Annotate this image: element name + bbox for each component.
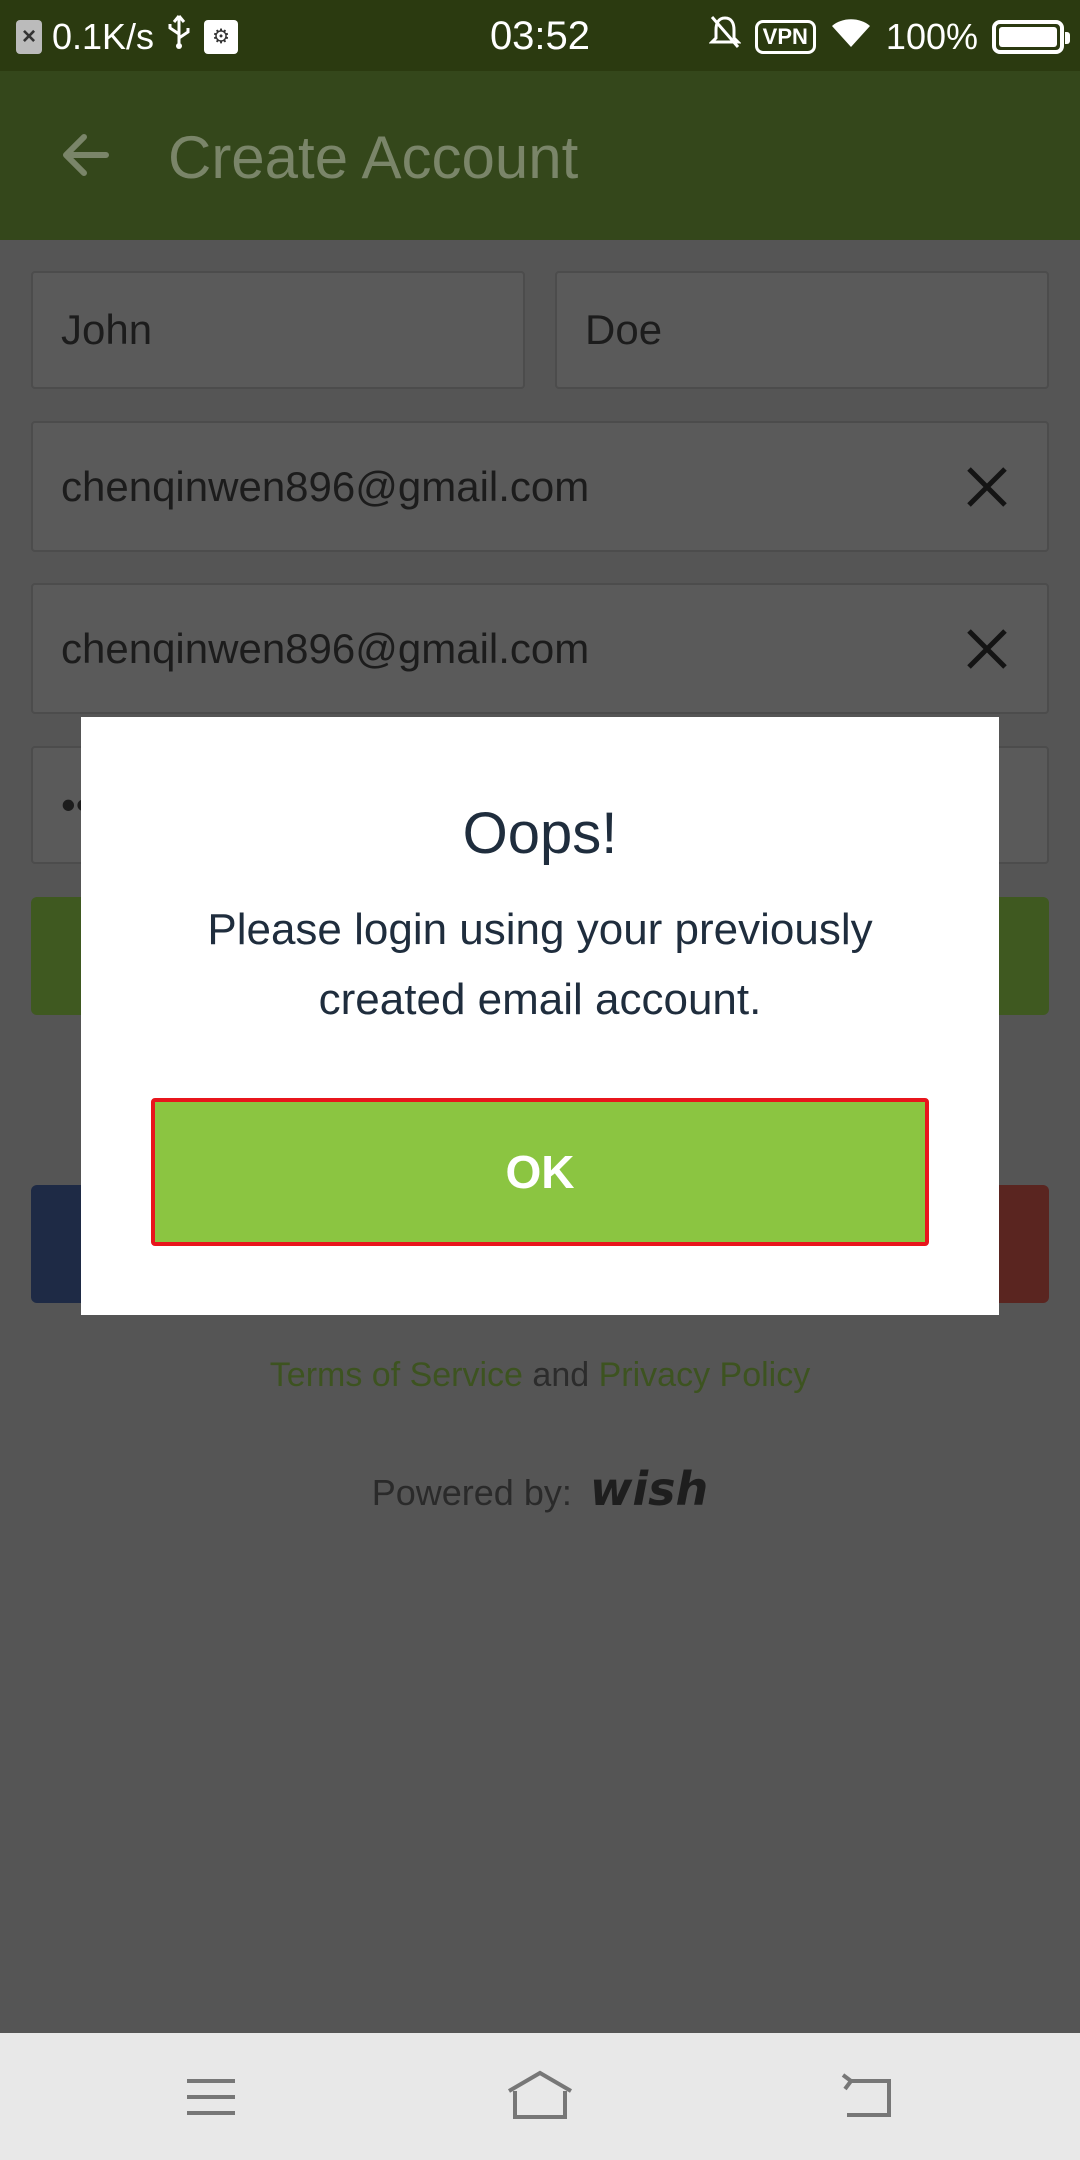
- status-right: VPN 100%: [708, 14, 1070, 59]
- powered-by-label: Powered by:: [371, 1472, 572, 1513]
- and-text: and: [532, 1356, 590, 1394]
- first-name-value: John: [61, 306, 153, 353]
- powered-by: Powered by: wish: [0, 1462, 1080, 1516]
- confirm-email-field[interactable]: chenqinwen896@gmail.com: [31, 583, 1049, 714]
- ok-button[interactable]: OK: [151, 1098, 929, 1246]
- wish-logo: wish: [589, 1462, 709, 1516]
- legal-links: Terms of Service and Privacy Policy: [0, 1356, 1080, 1395]
- vpn-badge: VPN: [754, 19, 816, 54]
- email-field[interactable]: chenqinwen896@gmail.com: [31, 421, 1049, 552]
- clear-confirm-email-icon[interactable]: [963, 625, 1011, 673]
- back-nav-icon[interactable]: [837, 2069, 897, 2125]
- status-bar: × 0.1K/s ⚙ 03:52 VPN 100%: [0, 0, 1080, 71]
- email-value: chenqinwen896@gmail.com: [61, 462, 590, 510]
- dialog-message: Please login using your previously creat…: [207, 905, 873, 1024]
- last-name-field[interactable]: Doe: [555, 271, 1049, 389]
- first-name-field[interactable]: John: [31, 271, 525, 389]
- arrow-left-icon[interactable]: [56, 125, 116, 185]
- terms-of-service-link[interactable]: Terms of Service: [270, 1356, 523, 1394]
- home-icon[interactable]: [505, 2069, 575, 2125]
- menu-icon[interactable]: [181, 2069, 241, 2125]
- battery-icon: [992, 19, 1070, 54]
- last-name-value: Doe: [585, 306, 663, 353]
- dialog-title: Oops!: [462, 801, 618, 866]
- app-bar: Create Account: [0, 71, 1080, 240]
- page-title: Create Account: [168, 124, 579, 191]
- wifi-icon: [830, 16, 872, 58]
- clear-email-icon[interactable]: [963, 463, 1011, 511]
- system-nav-bar: [0, 2033, 1080, 2160]
- confirm-email-value: chenqinwen896@gmail.com: [61, 624, 590, 672]
- mute-bell-icon: [708, 14, 742, 59]
- battery-percent: 100%: [885, 15, 978, 57]
- error-dialog: Oops! Please login using your previously…: [81, 717, 999, 1315]
- privacy-policy-link[interactable]: Privacy Policy: [599, 1356, 811, 1394]
